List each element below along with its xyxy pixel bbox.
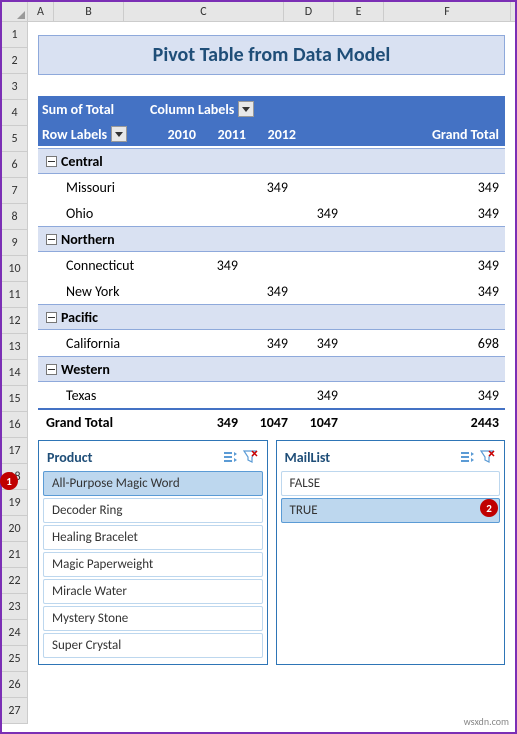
row-header-2[interactable]: 2 (2, 48, 28, 74)
maillist-slicer-title: MailList (285, 449, 457, 466)
row-header-1[interactable]: 1 (2, 22, 28, 48)
slicer-item[interactable]: All-Purpose Magic Word (43, 471, 263, 496)
clear-filter-icon[interactable] (478, 448, 496, 466)
row-header-5[interactable]: 5 (2, 126, 28, 152)
row-header-6[interactable]: 6 (2, 152, 28, 178)
row-header-12[interactable]: 12 (2, 308, 28, 334)
collapse-icon[interactable] (46, 234, 57, 245)
row-header-9[interactable]: 9 (2, 230, 28, 256)
row-header-14[interactable]: 14 (2, 360, 28, 386)
grand-total-row: Grand Total 349 1047 1047 2443 (38, 408, 505, 434)
data-row[interactable]: New York349349 (38, 278, 505, 304)
maillist-slicer-header: MailList (281, 445, 501, 469)
col-header-f[interactable]: F (384, 2, 511, 21)
region-row[interactable]: Western (38, 356, 505, 382)
callout-2: 2 (480, 499, 498, 517)
col-header-c[interactable]: C (124, 2, 284, 21)
row-headers: 1234567891011121314151617181920212223242… (2, 22, 28, 724)
region-row[interactable]: Pacific (38, 304, 505, 330)
data-row[interactable]: Texas349349 (38, 382, 505, 408)
row-labels-cell: Row Labels (38, 126, 146, 143)
pivot-body: CentralMissouri349349Ohio349349NorthernC… (38, 148, 505, 408)
year-2012-header[interactable]: 2012 (246, 126, 296, 143)
product-slicer-title: Product (47, 449, 219, 466)
row-header-21[interactable]: 21 (2, 542, 28, 568)
row-header-4[interactable]: 4 (2, 100, 28, 126)
slicer-item[interactable]: Decoder Ring (43, 498, 263, 523)
slicer-item[interactable]: Super Crystal (43, 633, 263, 658)
col-header-d[interactable]: D (284, 2, 334, 21)
select-all-cell[interactable] (2, 2, 28, 21)
row-header-20[interactable]: 20 (2, 516, 28, 542)
row-header-15[interactable]: 15 (2, 386, 28, 412)
sum-of-total-label: Sum of Total (38, 101, 146, 118)
slicer-item[interactable]: FALSE (281, 471, 501, 496)
callout-1: 1 (0, 472, 18, 490)
data-row[interactable]: Connecticut349349 (38, 252, 505, 278)
watermark: wsxdn.com (464, 715, 509, 728)
grid-area: Pivot Table from Data Model Sum of Total… (28, 22, 515, 671)
row-header-19[interactable]: 19 (2, 490, 28, 516)
data-row[interactable]: California349349698 (38, 330, 505, 356)
row-header-25[interactable]: 25 (2, 646, 28, 672)
data-row[interactable]: Ohio349349 (38, 200, 505, 226)
row-header-8[interactable]: 8 (2, 204, 28, 230)
collapse-icon[interactable] (46, 156, 57, 167)
row-header-24[interactable]: 24 (2, 620, 28, 646)
slicer-item[interactable]: Mystery Stone (43, 606, 263, 631)
row-header-10[interactable]: 10 (2, 256, 28, 282)
year-2010-header[interactable]: 2010 (146, 126, 196, 143)
column-headers: A B C D E F (2, 2, 515, 22)
grand-total-header[interactable]: Grand Total (296, 126, 505, 143)
pivot-header-1: Sum of Total Column Labels (38, 96, 505, 122)
col-header-e[interactable]: E (334, 2, 384, 21)
slicer-item[interactable]: TRUE (281, 498, 501, 523)
slicer-item[interactable]: Miracle Water (43, 579, 263, 604)
year-2011-header[interactable]: 2011 (196, 126, 246, 143)
slicer-item[interactable]: Healing Bracelet (43, 525, 263, 550)
product-slicer[interactable]: Product All-Purpose Magic WordDecoder Ri… (38, 440, 268, 665)
region-row[interactable]: Northern (38, 226, 505, 252)
collapse-icon[interactable] (46, 364, 57, 375)
multi-select-icon[interactable] (458, 448, 476, 466)
row-header-23[interactable]: 23 (2, 594, 28, 620)
region-row[interactable]: Central (38, 148, 505, 174)
product-slicer-header: Product (43, 445, 263, 469)
row-header-11[interactable]: 11 (2, 282, 28, 308)
row-header-17[interactable]: 17 (2, 438, 28, 464)
col-header-b[interactable]: B (54, 2, 124, 21)
title-banner: Pivot Table from Data Model (38, 35, 505, 75)
col-header-a[interactable]: A (28, 2, 54, 21)
clear-filter-icon[interactable] (241, 448, 259, 466)
pivot-table: Sum of Total Column Labels Row Labels 20… (38, 96, 505, 434)
pivot-header-2: Row Labels 2010 2011 2012 Grand Total (38, 122, 505, 148)
row-header-27[interactable]: 27 (2, 698, 28, 724)
row-header-22[interactable]: 22 (2, 568, 28, 594)
column-labels-filter-button[interactable] (238, 101, 254, 117)
product-slicer-items: All-Purpose Magic WordDecoder RingHealin… (43, 471, 263, 658)
multi-select-icon[interactable] (221, 448, 239, 466)
maillist-slicer[interactable]: MailList FALSETRUE 2 (276, 440, 506, 665)
collapse-icon[interactable] (46, 312, 57, 323)
row-header-16[interactable]: 16 (2, 412, 28, 438)
column-labels-cell: Column Labels (146, 101, 505, 118)
page-title: Pivot Table from Data Model (153, 43, 391, 67)
row-header-13[interactable]: 13 (2, 334, 28, 360)
maillist-slicer-items: FALSETRUE (281, 471, 501, 523)
slicers-container: Product All-Purpose Magic WordDecoder Ri… (38, 440, 505, 665)
row-header-7[interactable]: 7 (2, 178, 28, 204)
row-header-26[interactable]: 26 (2, 672, 28, 698)
row-header-3[interactable]: 3 (2, 74, 28, 100)
data-row[interactable]: Missouri349349 (38, 174, 505, 200)
slicer-item[interactable]: Magic Paperweight (43, 552, 263, 577)
row-labels-filter-button[interactable] (111, 126, 127, 142)
